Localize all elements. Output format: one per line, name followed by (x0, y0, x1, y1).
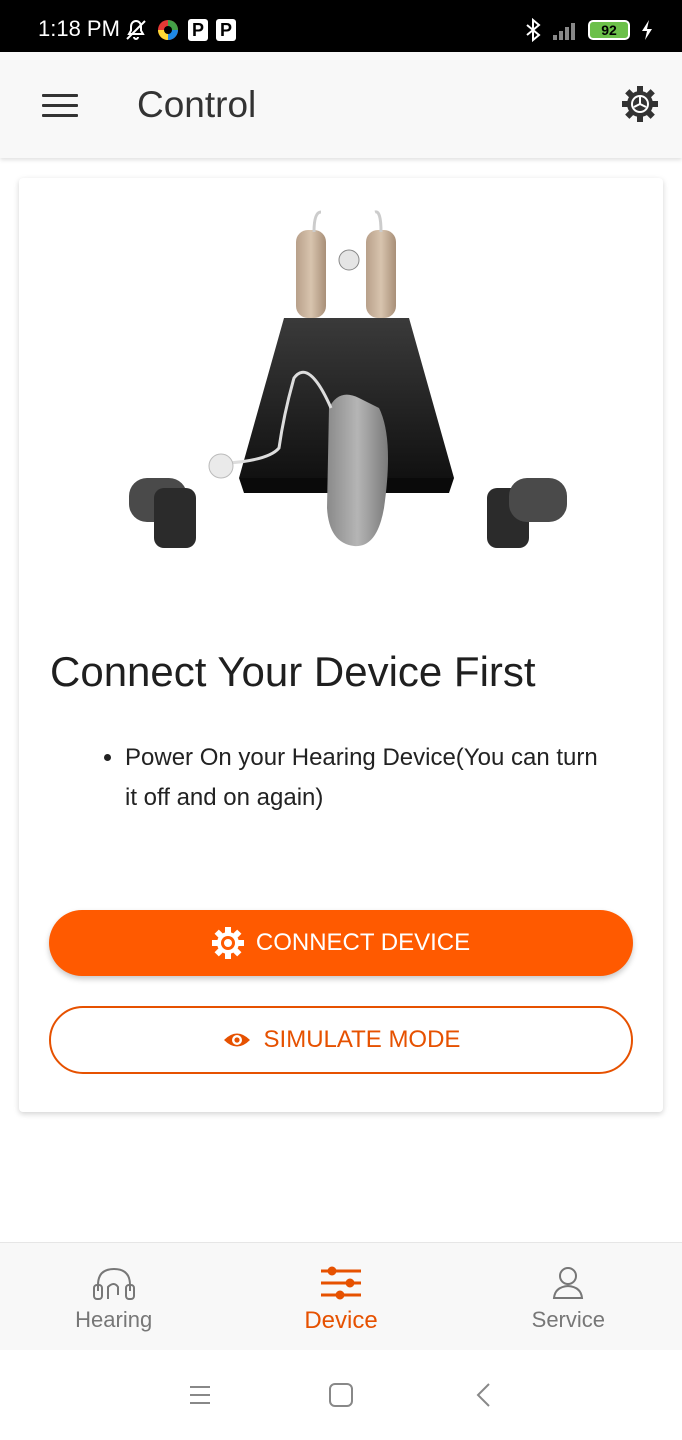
p-app-icon: P (216, 19, 236, 41)
status-icons-left: P P (124, 18, 236, 42)
status-bar: 1:18 PM P P 92 (0, 0, 682, 52)
hearing-aid-product-image (129, 210, 567, 548)
simulate-mode-label: SIMULATE MODE (263, 1026, 461, 1053)
nav-item-hearing[interactable]: Hearing (0, 1243, 227, 1350)
bell-muted-icon (126, 19, 146, 40)
nav-item-service[interactable]: Service (455, 1243, 682, 1350)
instruction-list: Power On your Hearing Device(You can tur… (125, 738, 615, 818)
system-nav-bar (0, 1350, 682, 1440)
sliders-icon (320, 1266, 361, 1300)
person-icon (553, 1267, 584, 1299)
recent-apps-icon[interactable] (188, 1384, 212, 1406)
status-icons-right: 92 (524, 18, 654, 42)
app-color-icon (158, 20, 178, 40)
status-time: 1:18 PM (38, 16, 120, 41)
battery-indicator: 92 (588, 20, 630, 40)
nav-label-device: Device (304, 1307, 378, 1334)
simulate-mode-button[interactable]: SIMULATE MODE (49, 1006, 633, 1074)
back-icon[interactable] (474, 1382, 494, 1408)
app-bar: Control (0, 52, 682, 158)
page-title: Control (137, 84, 257, 125)
settings-gear-icon[interactable] (622, 86, 658, 122)
card-title: Connect Your Device First (50, 648, 536, 695)
headphones-icon (92, 1267, 135, 1300)
instruction-item: Power On your Hearing Device(You can tur… (125, 738, 615, 818)
signal-icon (553, 23, 575, 40)
connect-device-label: CONNECT DEVICE (255, 929, 471, 956)
bluetooth-icon (526, 18, 541, 42)
nav-label-hearing: Hearing (75, 1307, 153, 1332)
hamburger-menu-icon[interactable] (42, 94, 78, 118)
connect-card: Connect Your Device First Power On your … (19, 178, 663, 1112)
bottom-nav: Hearing Device Service (0, 1242, 682, 1350)
nav-label-service: Service (531, 1307, 605, 1332)
home-icon[interactable] (328, 1382, 354, 1408)
nav-item-device[interactable]: Device (227, 1243, 454, 1350)
connect-device-button[interactable]: CONNECT DEVICE (49, 910, 633, 976)
charging-icon (642, 20, 652, 40)
p-app-icon: P (188, 19, 208, 41)
eye-icon (223, 1033, 250, 1047)
gear-icon (211, 927, 244, 959)
